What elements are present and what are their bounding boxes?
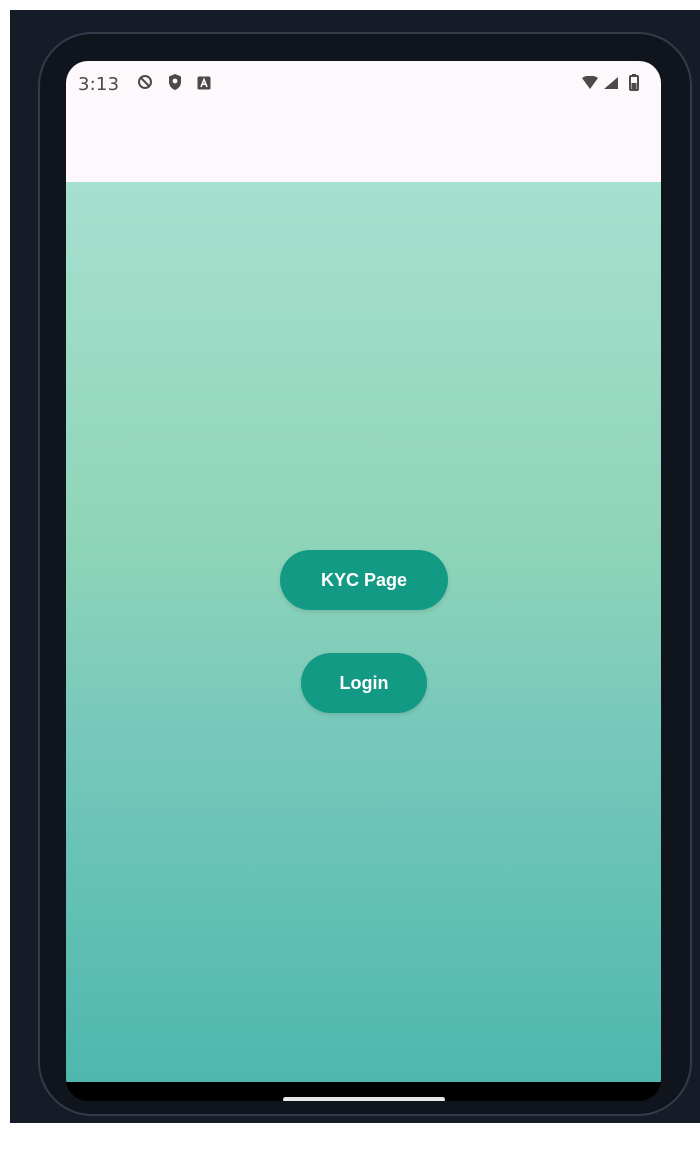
home-gesture-handle[interactable]: [283, 1097, 445, 1101]
status-icons-left: [137, 73, 211, 95]
phone-screen: 3:13 KYC Page Login: [66, 61, 661, 1101]
do-not-disturb-icon: [137, 74, 153, 94]
kyc-page-button[interactable]: KYC Page: [280, 550, 448, 610]
shield-icon: [167, 73, 183, 95]
emulator-background: 3:13 KYC Page Login: [10, 10, 700, 1123]
status-time: 3:13: [78, 73, 120, 95]
login-button[interactable]: Login: [301, 653, 427, 713]
notification-a-icon: [197, 75, 211, 94]
wifi-icon: [581, 75, 599, 94]
status-icons-right: [581, 73, 639, 95]
app-bar: [66, 107, 661, 182]
battery-icon: [629, 73, 639, 95]
main-content: KYC Page Login: [66, 182, 661, 1082]
cellular-signal-icon: [603, 75, 619, 94]
status-bar: 3:13: [66, 61, 661, 107]
